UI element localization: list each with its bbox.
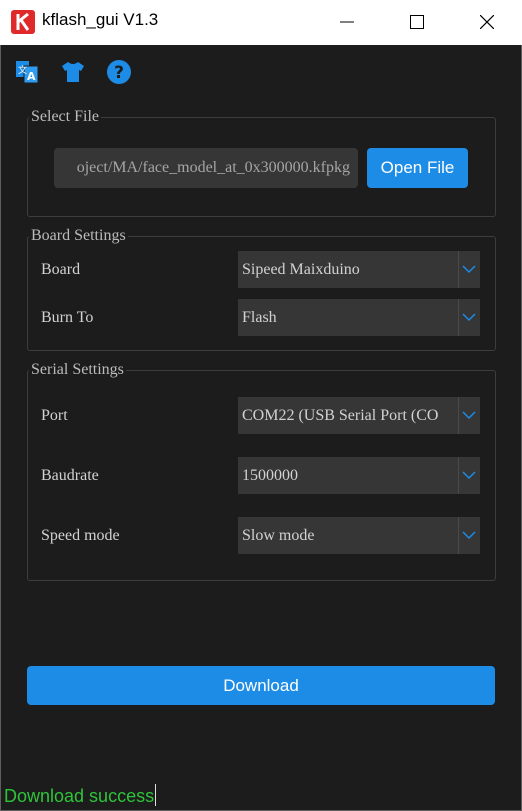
app-logo-icon	[11, 10, 35, 34]
board-select[interactable]: Sipeed Maixduino	[238, 251, 480, 288]
port-select[interactable]: COM22 (USB Serial Port (CO	[238, 397, 480, 434]
download-button[interactable]: Download	[27, 666, 495, 705]
file-path-field[interactable]: oject/MA/face_model_at_0x300000.kfpkg	[54, 148, 358, 188]
burn-to-select[interactable]: Flash	[238, 299, 480, 336]
port-select-value: COM22 (USB Serial Port (CO	[242, 407, 439, 424]
speed-mode-select[interactable]: Slow mode	[238, 517, 480, 554]
status-text[interactable]: Download success	[4, 783, 157, 809]
board-select-value: Sipeed Maixduino	[242, 261, 360, 278]
baudrate-label: Baudrate	[41, 467, 99, 484]
speed-mode-select-value: Slow mode	[242, 527, 315, 544]
board-label: Board	[41, 261, 81, 278]
help-glyph: ?	[114, 63, 124, 83]
status-message: Download success	[4, 786, 155, 806]
chevron-down-icon[interactable]	[458, 251, 480, 288]
board-settings-group: Board Settings Board Sipeed Maixduino Bu…	[27, 226, 496, 351]
serial-settings-title: Serial Settings	[29, 360, 126, 380]
shirt-icon[interactable]	[59, 58, 87, 86]
close-button[interactable]	[452, 0, 522, 45]
translate-icon[interactable]: 文 A	[13, 58, 41, 86]
chevron-down-icon[interactable]	[458, 457, 480, 494]
chevron-down-icon[interactable]	[458, 517, 480, 554]
chevron-down-icon[interactable]	[458, 299, 480, 336]
board-settings-title: Board Settings	[29, 226, 128, 246]
svg-text:A: A	[27, 70, 36, 83]
select-file-group: Select File oject/MA/face_model_at_0x300…	[27, 107, 496, 217]
burn-to-label: Burn To	[41, 309, 94, 326]
maximize-button[interactable]	[382, 0, 452, 45]
baudrate-select-value: 1500000	[242, 467, 298, 484]
serial-settings-group: Serial Settings Port COM22 (USB Serial P…	[27, 360, 496, 581]
select-file-title: Select File	[29, 107, 101, 127]
minimize-button[interactable]	[312, 0, 382, 45]
speed-mode-label: Speed mode	[41, 527, 120, 544]
chevron-down-icon[interactable]	[458, 397, 480, 434]
title-bar: kflash_gui V1.3	[0, 0, 522, 45]
burn-to-select-value: Flash	[242, 309, 277, 326]
open-file-button[interactable]: Open File	[367, 148, 468, 188]
file-path-text: oject/MA/face_model_at_0x300000.kfpkg	[76, 159, 350, 176]
port-label: Port	[41, 407, 68, 424]
help-icon[interactable]: ?	[105, 58, 133, 86]
svg-text:文: 文	[18, 64, 27, 76]
window-border-left	[0, 45, 1, 811]
window-title: kflash_gui V1.3	[42, 10, 159, 29]
baudrate-select[interactable]: 1500000	[238, 457, 480, 494]
text-caret	[155, 784, 157, 806]
